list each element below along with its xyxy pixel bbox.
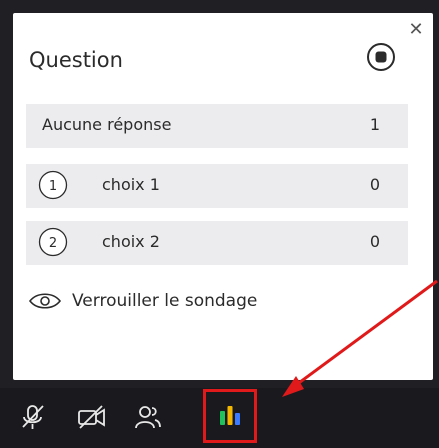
choice-label: choix 1 [102, 175, 160, 194]
stop-circle-icon [367, 43, 395, 71]
poll-results-button[interactable] [203, 389, 257, 443]
poll-title: Question [29, 48, 123, 72]
microphone-button[interactable] [13, 397, 53, 437]
choice-label: choix 2 [102, 232, 160, 251]
choice-number: 1 [49, 179, 57, 194]
bottom-toolbar [0, 388, 439, 448]
no-answer-label: Aucune réponse [42, 115, 172, 134]
choice-count: 0 [369, 175, 380, 194]
no-answer-count: 1 [369, 115, 380, 134]
choice-count: 0 [369, 232, 380, 251]
camera-button[interactable] [72, 397, 112, 437]
choice-number: 2 [49, 236, 57, 251]
stop-poll-button[interactable] [364, 40, 398, 78]
participants-icon [135, 406, 161, 429]
choice-row-1: 1 choix 1 0 [26, 164, 408, 208]
choice-number-badge: 2 [38, 227, 68, 257]
microphone-muted-icon [22, 405, 44, 429]
choice-row-2: 2 choix 2 0 [26, 221, 408, 265]
camera-off-icon [78, 405, 105, 429]
poll-results-icon [220, 406, 240, 425]
participants-button[interactable] [128, 397, 168, 437]
close-button[interactable]: ✕ [407, 21, 425, 39]
choice-number-badge: 1 [38, 170, 68, 200]
lock-poll-label: Verrouiller le sondage [72, 291, 258, 311]
lock-poll-button[interactable]: Verrouiller le sondage [28, 287, 257, 315]
no-answer-row: Aucune réponse 1 [26, 104, 408, 148]
eye-icon [28, 293, 62, 309]
